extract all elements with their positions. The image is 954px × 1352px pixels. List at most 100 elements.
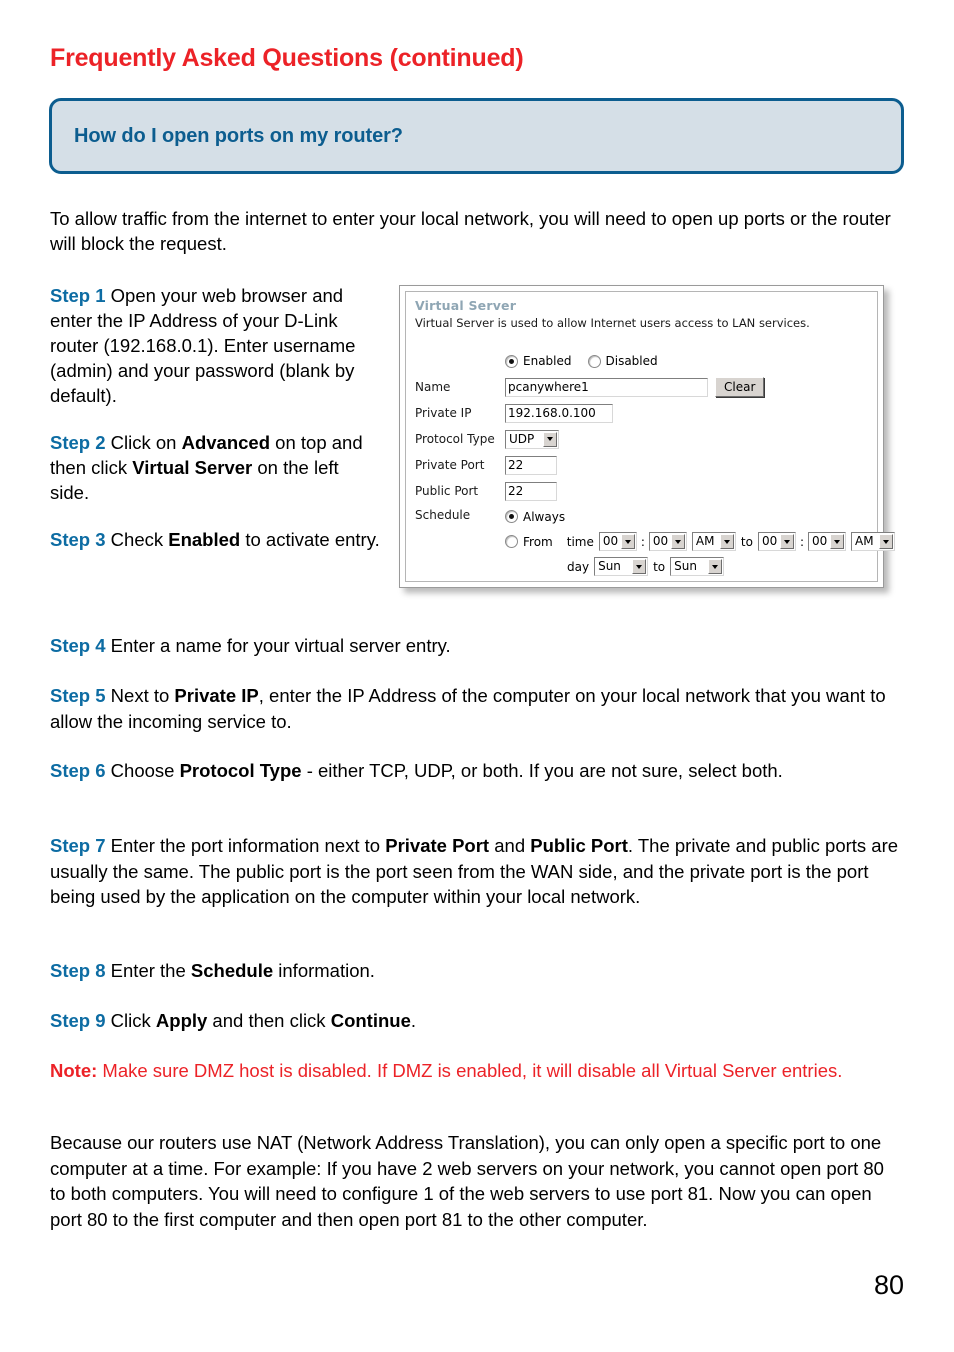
to-ampm-value: AM bbox=[855, 534, 874, 548]
chevron-down-icon bbox=[780, 534, 795, 549]
private-port-controls: 22 bbox=[505, 455, 557, 475]
step-7-bold-public-port: Public Port bbox=[530, 835, 628, 856]
private-port-input[interactable]: 22 bbox=[505, 455, 557, 475]
step-6-text-part2: - either TCP, UDP, or both. If you are n… bbox=[301, 760, 783, 781]
step-5-paragraph: Step 5 Next to Private IP, enter the IP … bbox=[50, 683, 903, 734]
radio-disabled[interactable] bbox=[587, 354, 601, 368]
step-8-text-part1: Enter the bbox=[105, 960, 191, 981]
from-hour-value: 00 bbox=[602, 534, 619, 548]
protocol-type-value: UDP bbox=[509, 431, 535, 446]
from-ampm-select[interactable]: AM bbox=[691, 532, 736, 551]
radio-enabled[interactable] bbox=[505, 354, 518, 368]
from-hour-select[interactable]: 00 bbox=[598, 532, 637, 551]
from-day-select[interactable]: Sun bbox=[594, 557, 649, 576]
question-banner-text: How do I open ports on my router? bbox=[74, 124, 403, 147]
step-9-text-part1: Click bbox=[105, 1010, 156, 1031]
router-panel-inner: Virtual Server Virtual Server is used to… bbox=[405, 291, 895, 582]
chevron-down-icon bbox=[632, 559, 647, 574]
step-3-label: Step 3 bbox=[50, 529, 106, 550]
radio-schedule-from[interactable] bbox=[505, 535, 518, 548]
step-9-text-part3: . bbox=[410, 1010, 416, 1031]
step-8-paragraph: Step 8 Enter the Schedule information. bbox=[50, 958, 903, 984]
schedule-row: Schedule Always From time 00: 00 AM to … bbox=[415, 504, 895, 579]
chevron-down-icon bbox=[830, 534, 845, 549]
radio-disabled-label: Disabled bbox=[605, 354, 658, 368]
step-9-label: Step 9 bbox=[50, 1010, 106, 1031]
schedule-from-line: From time 00 : 00 AM to 00: 00 AM bbox=[505, 529, 895, 554]
chevron-down-icon bbox=[719, 534, 734, 549]
public-port-controls: 22 bbox=[505, 481, 557, 501]
to-hour-value: 00 bbox=[761, 534, 778, 548]
question-banner: How do I open ports on my router? bbox=[49, 98, 904, 174]
from-minute-value: 00 bbox=[652, 534, 669, 548]
to-minute-select[interactable]: 00 bbox=[808, 532, 846, 551]
name-row: Name pcanywhere1 Clear bbox=[415, 374, 873, 400]
chevron-down-icon bbox=[621, 534, 636, 549]
protocol-type-select[interactable]: UDP bbox=[505, 429, 559, 449]
name-input[interactable]: pcanywhere1 bbox=[505, 377, 708, 397]
clear-button[interactable]: Clear bbox=[715, 377, 765, 397]
radio-schedule-always[interactable] bbox=[505, 510, 518, 523]
private-ip-input[interactable]: 192.168.0.100 bbox=[505, 403, 613, 423]
step-3-paragraph: Step 3 Check Enabled to activate entry. bbox=[50, 527, 380, 552]
private-ip-controls: 192.168.0.100 bbox=[505, 403, 613, 423]
to-minute-value: 00 bbox=[812, 534, 828, 548]
to-hour-select[interactable]: 00 bbox=[757, 532, 796, 551]
step-8-label: Step 8 bbox=[50, 960, 106, 981]
step-5-text-part1: Next to bbox=[105, 685, 175, 706]
private-ip-label: Private IP bbox=[415, 406, 472, 420]
step-6-bold-protocol-type: Protocol Type bbox=[179, 760, 302, 781]
steps-left-column: Step 1 Open your web browser and enter t… bbox=[50, 283, 380, 552]
schedule-day-label: day bbox=[567, 559, 590, 574]
enabled-disabled-row: Enabled Disabled bbox=[415, 348, 873, 374]
closing-paragraph: Because our routers use NAT (Network Add… bbox=[50, 1132, 884, 1230]
enabled-disabled-controls: Enabled Disabled bbox=[505, 354, 674, 368]
virtual-server-panel-subtitle: Virtual Server is used to allow Internet… bbox=[415, 316, 810, 330]
from-time-colon: : bbox=[640, 534, 645, 549]
note-paragraph: Note: Make sure DMZ host is disabled. If… bbox=[50, 1058, 903, 1084]
step-7-text-part2: and bbox=[489, 835, 531, 856]
step-9-text-part2: and then click bbox=[207, 1010, 331, 1031]
from-minute-select[interactable]: 00 bbox=[648, 532, 687, 551]
to-ampm-select[interactable]: AM bbox=[851, 532, 895, 551]
step-4-text: Enter a name for your virtual server ent… bbox=[105, 635, 451, 656]
public-port-label: Public Port bbox=[415, 484, 479, 498]
step-2-text-part1: Click on bbox=[105, 432, 182, 453]
step-1-paragraph: Step 1 Open your web browser and enter t… bbox=[50, 283, 380, 408]
chevron-down-icon bbox=[708, 559, 723, 574]
step-1-label: Step 1 bbox=[50, 285, 106, 306]
from-ampm-value: AM bbox=[695, 534, 715, 548]
step-2-bold-advanced: Advanced bbox=[181, 432, 271, 453]
step-3-bold-enabled: Enabled bbox=[168, 529, 241, 550]
step-6-text-part1: Choose bbox=[105, 760, 180, 781]
schedule-controls: Always From time 00 : 00 AM to 00: 00 A… bbox=[505, 504, 895, 579]
step-7-paragraph: Step 7 Enter the port information next t… bbox=[50, 833, 903, 910]
virtual-server-panel-title: Virtual Server bbox=[415, 298, 517, 313]
private-port-row: Private Port 22 bbox=[415, 452, 873, 478]
virtual-server-form: Enabled Disabled Name pcanywhere1 Clear … bbox=[415, 348, 895, 579]
page-root: Frequently Asked Questions (continued) H… bbox=[0, 0, 954, 1352]
to-day-select[interactable]: Sun bbox=[670, 557, 725, 576]
step-3-text-part2: to activate entry. bbox=[240, 529, 380, 550]
step-2-bold-virtual-server: Virtual Server bbox=[132, 457, 253, 478]
page-number: 80 bbox=[873, 1270, 904, 1300]
step-4-paragraph: Step 4 Enter a name for your virtual ser… bbox=[50, 633, 903, 659]
public-port-row: Public Port 22 bbox=[415, 478, 873, 504]
step-5-label: Step 5 bbox=[50, 685, 106, 706]
protocol-type-row: Protocol Type UDP bbox=[415, 426, 873, 452]
step-5-bold-private-ip: Private IP bbox=[174, 685, 259, 706]
protocol-type-label: Protocol Type bbox=[415, 432, 495, 446]
step-8-bold-schedule: Schedule bbox=[190, 960, 274, 981]
radio-schedule-always-label: Always bbox=[523, 509, 566, 524]
step-3-text-part1: Check bbox=[105, 529, 169, 550]
public-port-input[interactable]: 22 bbox=[505, 481, 557, 501]
step-6-paragraph: Step 6 Choose Protocol Type - either TCP… bbox=[50, 758, 903, 784]
step-9-paragraph: Step 9 Click Apply and then click Contin… bbox=[50, 1008, 903, 1034]
step-9-bold-continue: Continue bbox=[330, 1010, 411, 1031]
step-2-paragraph: Step 2 Click on Advanced on top and then… bbox=[50, 430, 380, 505]
step-4-label: Step 4 bbox=[50, 635, 106, 656]
step-7-label: Step 7 bbox=[50, 835, 106, 856]
to-time-colon: : bbox=[799, 534, 804, 549]
name-label: Name bbox=[415, 380, 451, 394]
schedule-day-line: day Sun to Sun bbox=[505, 554, 895, 579]
